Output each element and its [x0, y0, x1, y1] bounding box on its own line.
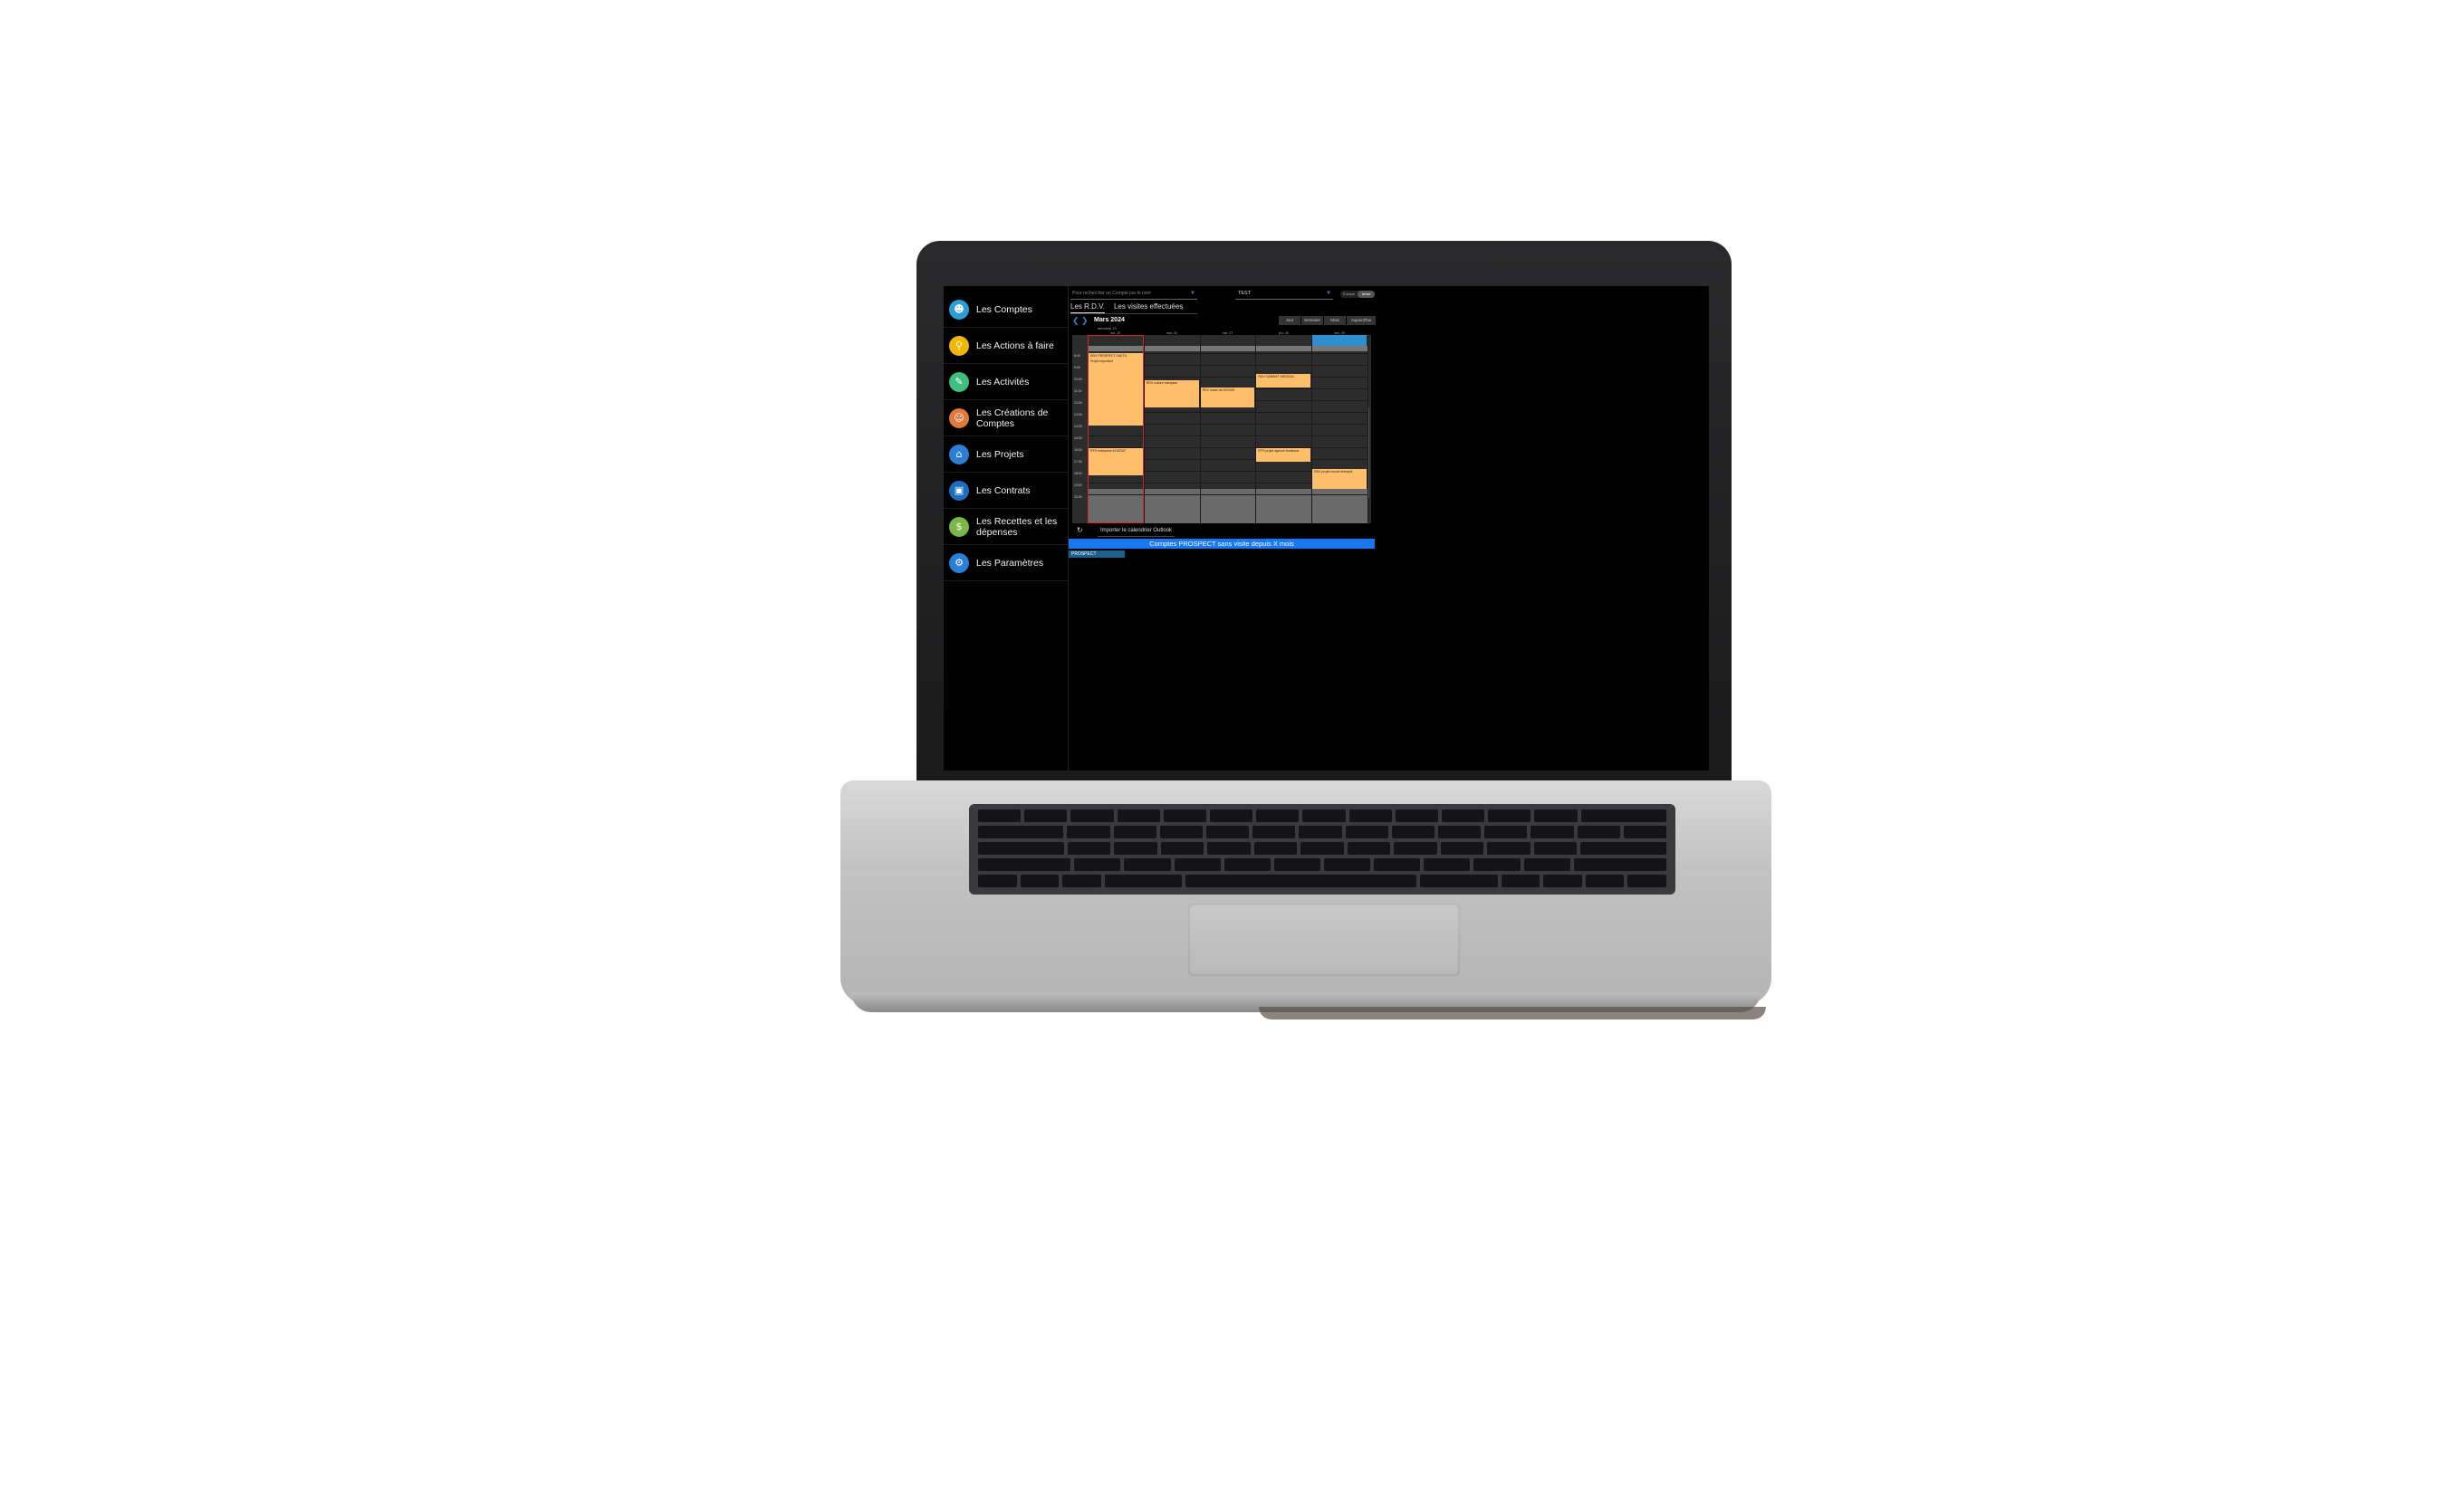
- laptop-screen: ☻ Les Comptes ⚲ Les Actions à faire ✎ Le…: [944, 286, 1709, 770]
- sidebar-item-contrats[interactable]: ▣ Les Contrats: [944, 473, 1068, 509]
- toggle-option-right[interactable]: Amer: [1358, 291, 1375, 298]
- sidebar-item-label: Les Comptes: [976, 303, 1032, 315]
- sidebar-item-label: Les Créations de Comptes: [976, 407, 1049, 429]
- view-buttons: Jour Semaine Mois Aujourd'hui: [1279, 316, 1376, 325]
- hour-label: 19:00: [1074, 483, 1082, 487]
- tab-divider: [1070, 313, 1197, 314]
- sidebar-item-label: Les Activités: [976, 376, 1030, 388]
- day-header: jeu. 28: [1279, 331, 1289, 335]
- note-icon: ✎: [949, 371, 969, 392]
- calendar-event[interactable]: RDV culture marquise: [1144, 380, 1199, 407]
- day-gridline: [1311, 335, 1313, 523]
- hour-label: 9:00: [1074, 366, 1080, 369]
- chevron-right-icon[interactable]: ❯: [1081, 316, 1089, 325]
- chevron-down-icon: ▼: [1190, 291, 1195, 296]
- today-column-highlight: [1088, 335, 1144, 523]
- main-panel: Pour rechercher un Compte par le nom ▼ T…: [1069, 286, 1709, 770]
- sidebar-item-label: Les Actions à faire: [976, 340, 1054, 351]
- sidebar-item-recettes[interactable]: $ Les Recettes et les dépenses: [944, 509, 1068, 545]
- home-icon: ⌂: [949, 444, 969, 464]
- search-placeholder: Pour rechercher un Compte par le nom: [1072, 291, 1151, 296]
- hour-label: 20:00: [1074, 495, 1082, 499]
- sidebar-item-activites[interactable]: ✎ Les Activités: [944, 364, 1068, 400]
- import-bar: ↻ Importer le calendrier Outlook: [1072, 525, 1371, 537]
- all-day-event[interactable]: [1312, 335, 1367, 346]
- week-calendar[interactable]: lun. 25 mar. 26 mer. 27 jeu. 28 ven. 29 …: [1072, 331, 1371, 523]
- people-icon: ☻: [949, 299, 969, 320]
- view-today-button[interactable]: Aujourd'hui: [1347, 316, 1376, 325]
- calendar-week: semaine 13: [1098, 326, 1117, 330]
- sidebar-item-label: Les Paramètres: [976, 557, 1044, 569]
- import-outlook-button[interactable]: Importer le calendrier Outlook: [1098, 525, 1176, 537]
- calendar-event[interactable]: RDV projet nouvel entrepôt: [1312, 469, 1367, 489]
- folder-icon: ▣: [949, 480, 969, 501]
- account-select[interactable]: TEST ▼: [1235, 289, 1333, 300]
- day-gridline: [1199, 335, 1201, 523]
- day-gridline: [1255, 335, 1257, 523]
- view-day-button[interactable]: Jour: [1279, 316, 1300, 325]
- refresh-icon[interactable]: ↻: [1077, 525, 1083, 536]
- prospect-tag[interactable]: PROSPECT: [1069, 550, 1125, 558]
- sidebar-item-label: Les Recettes et les dépenses: [976, 515, 1058, 538]
- calendar-event[interactable]: RDV maire de DESSIS: [1200, 388, 1255, 407]
- account-select-value: TEST: [1238, 291, 1252, 296]
- toggle-option-left[interactable]: Europe: [1340, 291, 1358, 298]
- calendar-header: ❮ ❯ Mars 2024 semaine 13 Jour Semaine Mo…: [1072, 316, 1376, 330]
- hour-label: 16:00: [1074, 448, 1082, 452]
- day-gridline: [1143, 335, 1145, 523]
- money-icon: $: [949, 516, 969, 537]
- sidebar-item-comptes[interactable]: ☻ Les Comptes: [944, 292, 1068, 328]
- hour-label: 8:00: [1074, 354, 1080, 358]
- trackpad: [1188, 904, 1460, 976]
- sidebar-item-label: Les Projets: [976, 448, 1024, 460]
- day-header: mar. 26: [1166, 331, 1177, 335]
- hour-label: 15:00: [1074, 436, 1082, 440]
- sidebar-item-projets[interactable]: ⌂ Les Projets: [944, 436, 1068, 473]
- calendar-month: Mars 2024: [1094, 317, 1125, 323]
- search-icon: ⚲: [949, 335, 969, 356]
- region-toggle[interactable]: Europe Amer: [1340, 291, 1375, 298]
- hour-label: 12:00: [1074, 401, 1082, 405]
- sidebar: ☻ Les Comptes ⚲ Les Actions à faire ✎ Le…: [944, 286, 1069, 770]
- chevron-left-icon[interactable]: ❮: [1072, 316, 1080, 325]
- laptop-shadow: [1259, 1007, 1766, 1019]
- calendar-event[interactable]: RTH projet agence bordeaux: [1256, 448, 1311, 462]
- sidebar-item-actions[interactable]: ⚲ Les Actions à faire: [944, 328, 1068, 364]
- day-header: mer. 27: [1222, 331, 1233, 335]
- sidebar-item-parametres[interactable]: ⚙ Les Paramètres: [944, 545, 1068, 581]
- view-month-button[interactable]: Mois: [1324, 316, 1346, 325]
- sidebar-item-creations[interactable]: ☺ Les Créations de Comptes: [944, 400, 1068, 436]
- tab-visites[interactable]: Les visites effectuées: [1114, 302, 1183, 313]
- hour-label: 11:00: [1074, 389, 1082, 393]
- tab-bar: Les R.D.V. Les visites effectuées: [1070, 302, 1183, 313]
- gear-icon: ⚙: [949, 552, 969, 573]
- hour-label: 10:00: [1074, 378, 1082, 381]
- hour-label: 18:00: [1074, 472, 1082, 475]
- sidebar-item-label: Les Contrats: [976, 484, 1031, 496]
- user-icon: ☺: [949, 407, 969, 428]
- hour-label: 13:00: [1074, 413, 1082, 416]
- search-input[interactable]: Pour rechercher un Compte par le nom ▼: [1070, 289, 1197, 300]
- hour-label: 17:00: [1074, 460, 1082, 464]
- chevron-down-icon: ▼: [1326, 291, 1331, 296]
- calendar-event[interactable]: RDV CABINET MEDICAL: [1256, 374, 1311, 388]
- view-week-button[interactable]: Semaine: [1301, 316, 1323, 325]
- tab-rdv[interactable]: Les R.D.V.: [1070, 302, 1105, 313]
- keyboard: [969, 804, 1675, 895]
- day-gridline: [1367, 335, 1368, 523]
- hour-label: 14:00: [1074, 425, 1082, 428]
- prospect-banner: Comptes PROSPECT sans visite depuis X mo…: [1069, 539, 1375, 549]
